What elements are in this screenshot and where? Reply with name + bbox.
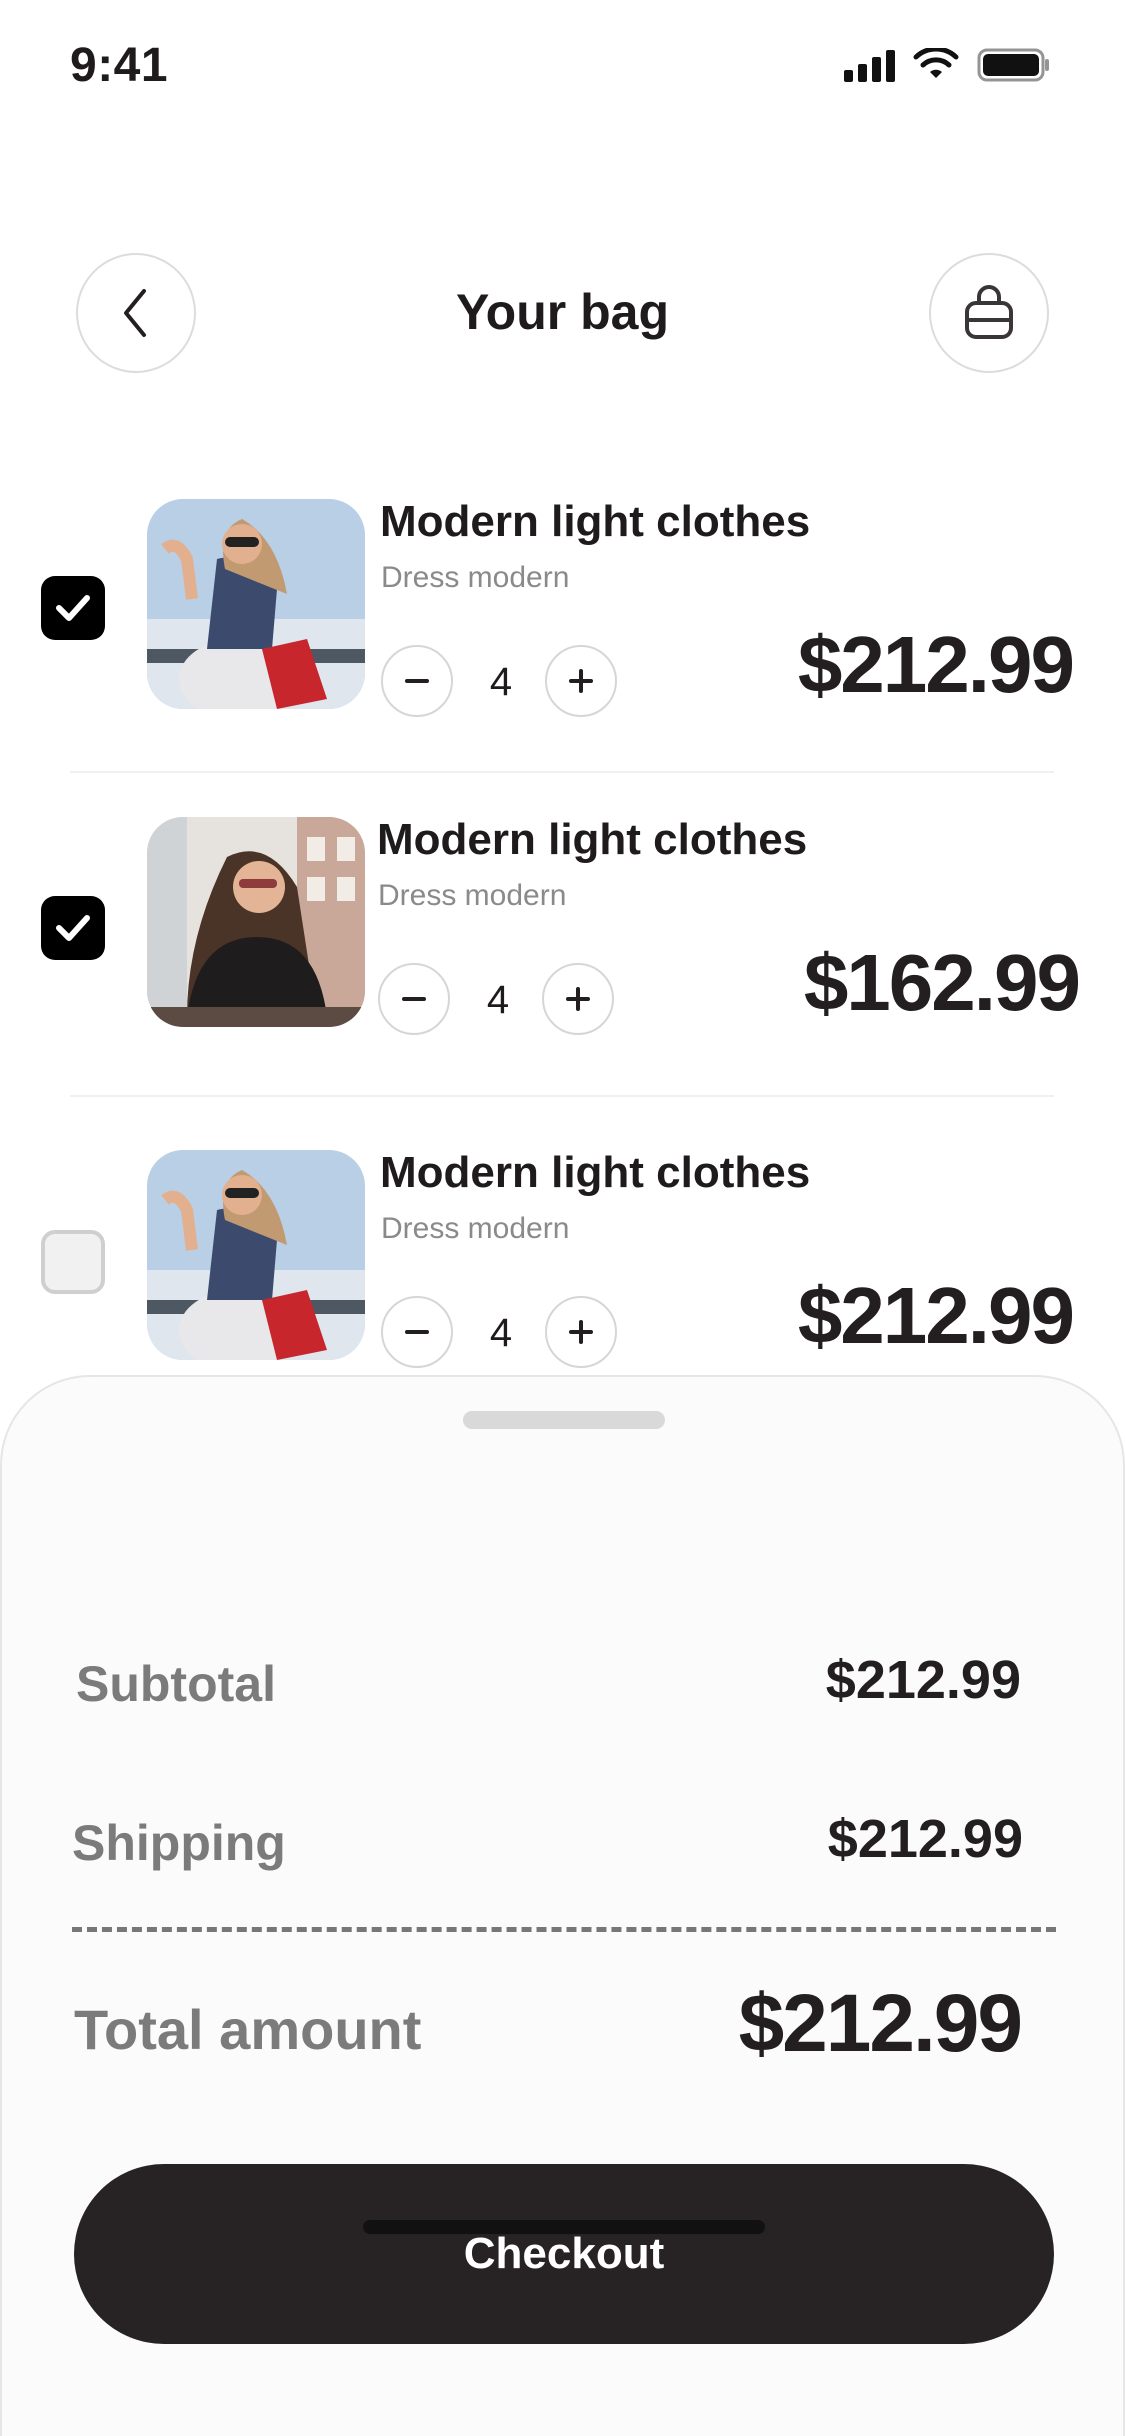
decrease-quantity-button[interactable] xyxy=(381,1296,453,1368)
item-price: $162.99 xyxy=(803,938,1081,1027)
check-icon xyxy=(56,915,90,941)
shipping-label: Shipping xyxy=(72,1815,286,1871)
check-icon xyxy=(56,595,90,621)
status-bar: 9:41 xyxy=(0,0,1125,140)
item-name: Modern light clothes xyxy=(380,497,811,546)
item-price: $212.99 xyxy=(797,1271,1075,1360)
subtotal-value: $212.99 xyxy=(825,1650,1021,1710)
item-divider xyxy=(70,771,1054,773)
item-subtitle: Dress modern xyxy=(381,1212,570,1245)
total-value: $212.99 xyxy=(738,1978,1023,2069)
minus-icon xyxy=(405,679,429,683)
item-subtitle: Dress modern xyxy=(381,561,570,594)
decrease-quantity-button[interactable] xyxy=(378,963,450,1035)
item-checkbox[interactable] xyxy=(41,896,105,960)
item-quantity: 4 xyxy=(489,660,513,704)
item-checkbox[interactable] xyxy=(41,1230,105,1294)
home-indicator xyxy=(363,2220,765,2234)
product-image[interactable] xyxy=(147,1150,365,1360)
bag-button[interactable] xyxy=(929,253,1049,373)
bag-item: Modern light clothes Dress modern 4 $212… xyxy=(0,1148,1125,1378)
item-subtitle: Dress modern xyxy=(378,879,567,912)
shipping-value: $212.99 xyxy=(827,1809,1023,1869)
decrease-quantity-button[interactable] xyxy=(381,645,453,717)
product-image[interactable] xyxy=(147,817,365,1027)
header: Your bag xyxy=(0,253,1125,373)
item-divider xyxy=(70,1095,1054,1097)
sheet-drag-handle[interactable] xyxy=(463,1411,665,1429)
checkout-button[interactable]: Checkout xyxy=(74,2164,1054,2344)
battery-icon xyxy=(977,48,1049,82)
cellular-signal-icon xyxy=(844,48,895,82)
item-name: Modern light clothes xyxy=(380,1148,811,1197)
item-quantity: 4 xyxy=(486,978,510,1022)
total-label: Total amount xyxy=(74,1998,422,2061)
status-icons xyxy=(844,48,1051,82)
shopping-bag-icon xyxy=(965,285,1013,339)
increase-quantity-button[interactable] xyxy=(545,1296,617,1368)
bag-item: Modern light clothes Dress modern 4 $162… xyxy=(0,815,1125,1045)
minus-icon xyxy=(402,997,426,1001)
minus-icon xyxy=(405,1330,429,1334)
subtotal-label: Subtotal xyxy=(76,1656,276,1712)
wifi-icon xyxy=(913,48,959,78)
increase-quantity-button[interactable] xyxy=(545,645,617,717)
item-checkbox[interactable] xyxy=(41,576,105,640)
product-image[interactable] xyxy=(147,499,365,709)
status-time: 9:41 xyxy=(70,39,169,92)
bag-item: Modern light clothes Dress modern 4 $212… xyxy=(0,497,1125,727)
plus-icon xyxy=(569,1320,593,1344)
item-name: Modern light clothes xyxy=(377,815,808,864)
item-quantity: 4 xyxy=(489,1311,513,1355)
item-price: $212.99 xyxy=(797,620,1075,709)
order-summary-sheet: Subtotal $212.99 Shipping $212.99 Total … xyxy=(0,1375,1125,2436)
plus-icon xyxy=(569,669,593,693)
increase-quantity-button[interactable] xyxy=(542,963,614,1035)
plus-icon xyxy=(566,987,590,1011)
summary-divider xyxy=(72,1927,1056,1932)
